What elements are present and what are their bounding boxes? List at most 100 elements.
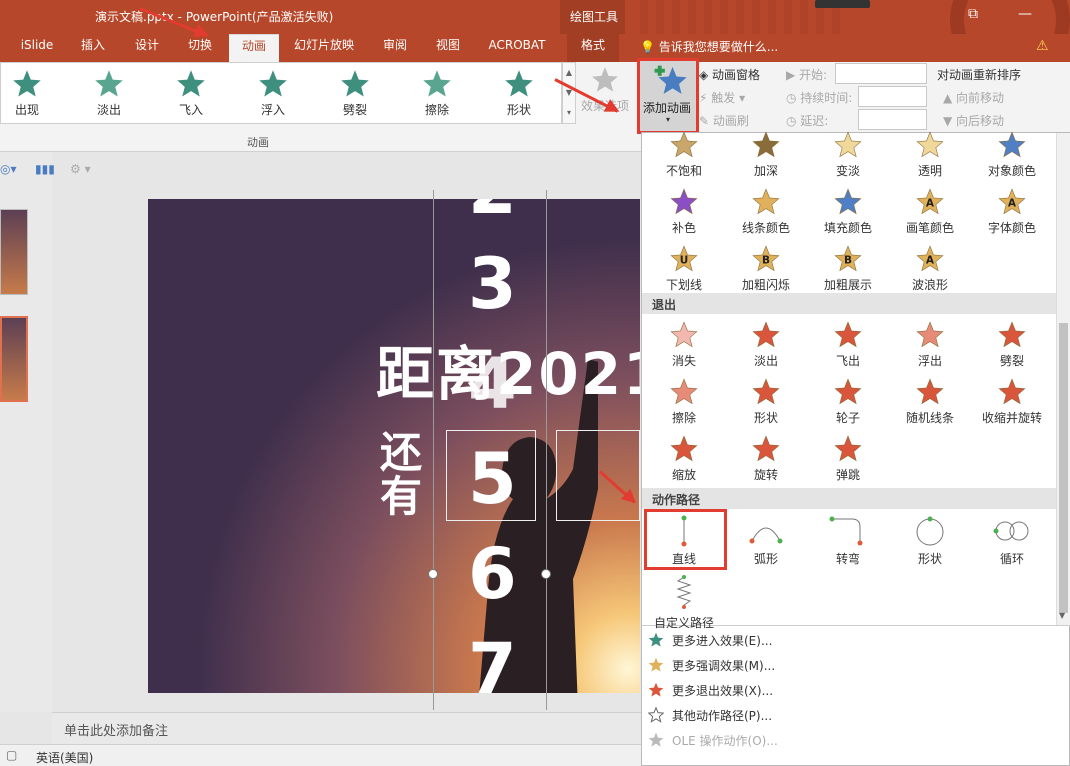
exit-effect[interactable]: 擦除 bbox=[644, 378, 724, 426]
anim-shape[interactable]: 形状 bbox=[489, 69, 549, 118]
emphasis-effect[interactable]: U 下划线 bbox=[644, 245, 724, 293]
anim-split[interactable]: 劈裂 bbox=[325, 69, 385, 118]
start-select[interactable] bbox=[835, 63, 927, 84]
trigger-button[interactable]: ⚡ 触发 ▾ bbox=[699, 89, 745, 106]
emphasis-effect[interactable]: 填充颜色 bbox=[808, 188, 888, 236]
anim-painter-button[interactable]: ✎ 动画刷 bbox=[699, 112, 749, 129]
anim-fly-in[interactable]: 飞入 bbox=[161, 69, 221, 118]
duration-input[interactable] bbox=[858, 86, 927, 107]
effect-label: 消失 bbox=[671, 354, 696, 368]
slide-thumbnail-selected[interactable] bbox=[0, 316, 28, 402]
emphasis-effect[interactable]: A 波浪形 bbox=[890, 245, 970, 293]
tab-slideshow[interactable]: 幻灯片放映 bbox=[285, 34, 363, 62]
dropdown-scrollbar[interactable]: ▼ bbox=[1056, 133, 1070, 625]
tab-format[interactable]: 格式 bbox=[567, 34, 619, 62]
exit-effect[interactable]: 飞出 bbox=[808, 321, 888, 369]
exit-effect[interactable]: 旋转 bbox=[726, 435, 806, 483]
reorder-title: 对动画重新排序 bbox=[937, 68, 1022, 82]
window-title: 演示文稿.pptx - PowerPoint(产品激活失败) bbox=[95, 10, 334, 24]
move-earlier-button[interactable]: ▲ 向前移动 bbox=[943, 89, 1004, 106]
effect-label: 淡出 bbox=[753, 354, 778, 368]
emphasis-effect[interactable]: 透明 bbox=[890, 131, 970, 179]
exit-effect[interactable]: 劈裂 bbox=[972, 321, 1052, 369]
add-animation-button[interactable]: 添加动画 ▾ bbox=[637, 58, 699, 134]
notes-status-icon[interactable]: ▢ bbox=[6, 748, 17, 762]
exit-effect[interactable]: 随机线条 bbox=[890, 378, 970, 426]
effect-label: 随机线条 bbox=[905, 411, 954, 425]
resize-handle[interactable] bbox=[428, 569, 438, 579]
emphasis-effect[interactable]: A 字体颜色 bbox=[972, 188, 1052, 236]
anim-pane-button[interactable]: ◈ 动画窗格 bbox=[699, 66, 760, 83]
scroll-thumb[interactable] bbox=[1059, 323, 1068, 613]
tab-review[interactable]: 审阅 bbox=[372, 34, 418, 62]
shape-icon[interactable]: ◎▾ bbox=[0, 162, 17, 176]
emphasis-effect[interactable]: 对象颜色 bbox=[972, 131, 1052, 179]
tab-insert[interactable]: 插入 bbox=[70, 34, 116, 62]
exit-effect[interactable]: 浮出 bbox=[890, 321, 970, 369]
text-box-outline[interactable] bbox=[556, 430, 640, 521]
anim-fade[interactable]: 淡出 bbox=[79, 69, 139, 118]
ribbon-display-icon[interactable]: ⧉ bbox=[968, 6, 978, 22]
effect-label: 弧形 bbox=[753, 552, 778, 566]
scroll-down-icon[interactable]: ▼ bbox=[1059, 611, 1065, 620]
emphasis-effect[interactable]: 线条颜色 bbox=[726, 188, 806, 236]
resize-handle[interactable] bbox=[541, 569, 551, 579]
emphasis-effect[interactable]: 补色 bbox=[644, 188, 724, 236]
path-effect[interactable]: 循环 bbox=[972, 515, 1052, 567]
star-icon bbox=[752, 321, 780, 348]
more-effects-item[interactable]: 更多进入效果(E)... bbox=[648, 632, 772, 649]
gallery-scroll[interactable]: ▲ ▼ ▾ bbox=[562, 62, 576, 124]
more-effects-item[interactable]: 更多强调效果(M)... bbox=[648, 657, 775, 674]
svg-text:A: A bbox=[926, 255, 935, 267]
exit-effect[interactable]: 轮子 bbox=[808, 378, 888, 426]
emphasis-effect[interactable]: 加深 bbox=[726, 131, 806, 179]
exit-effect[interactable]: 形状 bbox=[726, 378, 806, 426]
tab-acrobat[interactable]: ACROBAT bbox=[480, 34, 554, 62]
tab-islide[interactable]: iSlide bbox=[12, 34, 62, 62]
emphasis-effect[interactable]: B 加粗展示 bbox=[808, 245, 888, 293]
tab-view[interactable]: 视图 bbox=[425, 34, 471, 62]
star-icon bbox=[834, 188, 862, 215]
drawing-tools-label: 绘图工具 bbox=[570, 10, 619, 24]
path-effect[interactable]: 自定义路径 bbox=[644, 575, 724, 631]
more-effects-item[interactable]: 其他动作路径(P)... bbox=[647, 706, 772, 724]
effect-label: 自定义路径 bbox=[653, 616, 714, 630]
path-effect[interactable]: 弧形 bbox=[726, 515, 806, 567]
move-earlier-label: 向前移动 bbox=[956, 91, 1005, 105]
effect-label: 擦除 bbox=[671, 411, 696, 425]
exit-effect[interactable]: 收缩并旋转 bbox=[972, 378, 1052, 426]
exit-effect[interactable]: 缩放 bbox=[644, 435, 724, 483]
slide-thumbnail[interactable] bbox=[0, 209, 28, 295]
move-later-button[interactable]: ▼ 向后移动 bbox=[943, 112, 1004, 129]
anim-appear[interactable]: 出现 bbox=[0, 69, 57, 118]
anim-float-in[interactable]: 浮入 bbox=[243, 69, 303, 118]
minimize-icon[interactable]: — bbox=[1018, 6, 1032, 22]
star-icon bbox=[916, 321, 944, 348]
emphasis-effect[interactable]: 变淡 bbox=[808, 131, 888, 179]
exit-effect[interactable]: 淡出 bbox=[726, 321, 806, 369]
tell-me-box[interactable]: 💡 告诉我您想要做什么... bbox=[640, 38, 778, 55]
svg-text:U: U bbox=[680, 255, 689, 267]
path-effect[interactable]: 转弯 bbox=[808, 515, 888, 567]
exit-effect[interactable]: 弹跳 bbox=[808, 435, 888, 483]
notes-pane[interactable]: 单击此处添加备注 bbox=[52, 712, 642, 744]
more-effects-item[interactable]: 更多退出效果(X)... bbox=[648, 682, 773, 699]
language-status[interactable]: 英语(美国) bbox=[36, 749, 93, 766]
emphasis-effect[interactable]: 不饱和 bbox=[644, 131, 724, 179]
warning-icon[interactable]: ⚠ bbox=[1036, 38, 1049, 54]
exit-effect[interactable]: 消失 bbox=[644, 321, 724, 369]
path-effect[interactable]: 形状 bbox=[890, 515, 970, 567]
countdown-number: 4 bbox=[468, 343, 517, 425]
emphasis-effect[interactable]: A 画笔颜色 bbox=[890, 188, 970, 236]
delay-text: 延迟: bbox=[800, 114, 829, 128]
emphasis-effect[interactable]: B 加粗闪烁 bbox=[726, 245, 806, 293]
anim-label: 出现 bbox=[14, 103, 39, 117]
more-effects-item[interactable]: OLE 操作动作(O)... bbox=[648, 732, 778, 749]
delay-input[interactable] bbox=[858, 109, 927, 130]
anim-wipe[interactable]: 擦除 bbox=[407, 69, 467, 118]
settings-icon[interactable]: ⚙ ▾ bbox=[70, 162, 91, 176]
tab-design[interactable]: 设计 bbox=[124, 34, 170, 62]
text-box-outline[interactable] bbox=[446, 430, 536, 521]
tab-animations[interactable]: 动画 bbox=[229, 34, 279, 62]
chart-icon[interactable]: ▮▮▮ bbox=[35, 162, 55, 176]
